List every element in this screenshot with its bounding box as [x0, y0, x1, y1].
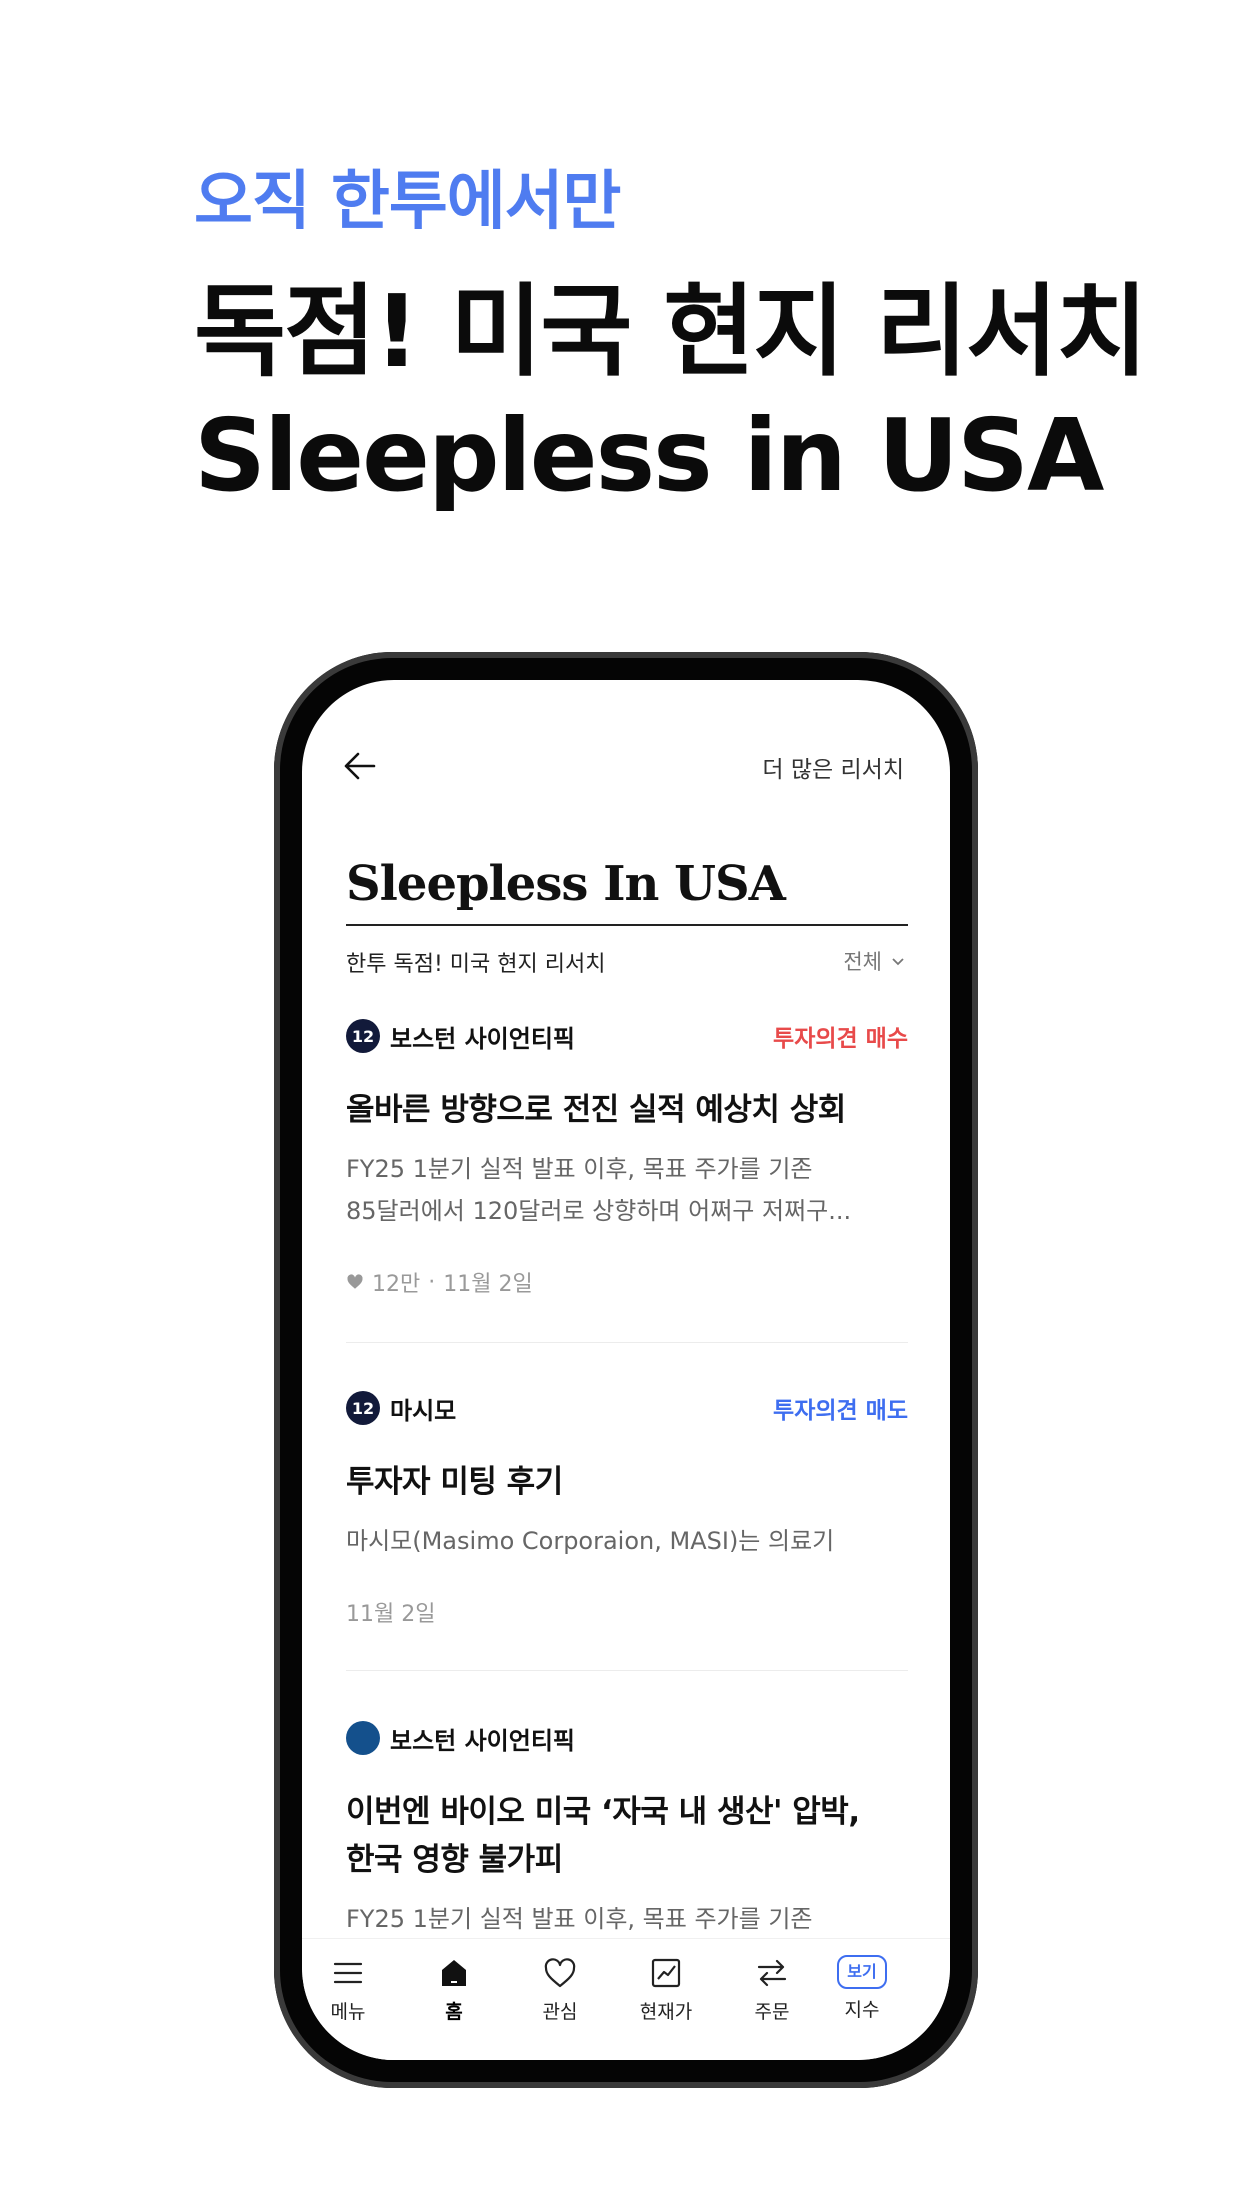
top-bar: 더 많은 리서치 — [302, 680, 950, 820]
meta-separator: · — [428, 1269, 436, 1295]
tab-current-price[interactable]: 현재가 — [621, 1955, 711, 2024]
company-logo: 12 — [346, 1391, 380, 1425]
like-count: 12만 — [372, 1272, 421, 1297]
article-card[interactable]: 12 보스턴 사이언티픽 투자의견 매수 올바른 방향으로 전진 실적 예상치 … — [346, 1018, 908, 1298]
article-date: 11월 2일 — [346, 1602, 436, 1627]
headline-line-2: Sleepless in USA — [194, 397, 1104, 514]
article-body-line: FY25 1분기 실적 발표 이후, 목표 주가를 기존 — [346, 1905, 813, 1933]
article-title-line: 이번엔 바이오 미국 ‘자국 내 생산' 압박, — [346, 1794, 860, 1830]
article-title: 이번엔 바이오 미국 ‘자국 내 생산' 압박, 한국 영향 불가피 — [346, 1788, 908, 1884]
filter-label: 전체 — [843, 950, 882, 974]
tab-label: 홈 — [445, 2001, 463, 2023]
more-research-link[interactable]: 더 많은 리서치 — [762, 750, 904, 784]
company-info: 보스턴 사이언티픽 — [346, 1721, 575, 1756]
company-logo: 12 — [346, 1019, 380, 1053]
tab-label: 관심 — [542, 2001, 578, 2023]
article-divider — [346, 1342, 908, 1343]
article-title: 투자자 미팅 후기 — [346, 1464, 563, 1500]
phone-frame: 더 많은 리서치 Sleepless In USA 한투 독점! 미국 현지 리… — [274, 652, 978, 2088]
phone-screen: 더 많은 리서치 Sleepless In USA 한투 독점! 미국 현지 리… — [302, 680, 950, 2060]
company-name: 보스턴 사이언티픽 — [390, 1024, 575, 1053]
headline-line-1: 독점! 미국 현지 리서치 — [194, 273, 1148, 390]
company-info: 12 보스턴 사이언티픽 — [346, 1019, 575, 1054]
filter-dropdown[interactable]: 전체 — [843, 946, 906, 976]
heart-icon — [347, 1274, 363, 1289]
tab-menu[interactable]: 메뉴 — [303, 1955, 393, 2024]
article-body-line: 마시모(Masimo Corporaion, MASI)는 의료기 — [346, 1527, 835, 1555]
home-icon — [442, 1960, 466, 1986]
opinion-badge: 투자의견 매수 — [773, 1026, 908, 1052]
brand-subtitle: 한투 독점! 미국 현지 리서치 — [346, 952, 606, 977]
chevron-down-icon — [892, 958, 904, 966]
article-card[interactable]: 보스턴 사이언티픽 이번엔 바이오 미국 ‘자국 내 생산' 압박, 한국 영향… — [346, 1720, 908, 1940]
article-meta: 12만 · 11월 2일 — [346, 1266, 908, 1298]
article-title: 올바른 방향으로 전진 실적 예상치 상회 — [346, 1092, 846, 1128]
tab-order[interactable]: 주문 — [727, 1955, 817, 2024]
article-divider — [346, 1670, 908, 1671]
brand-title: Sleepless In USA — [346, 856, 786, 912]
article-card[interactable]: 12 마시모 투자의견 매도 투자자 미팅 후기 마시모(Masimo Corp… — [346, 1390, 908, 1628]
tab-label: 현재가 — [639, 2001, 693, 2023]
bottom-tab-bar: 메뉴 홈 관심 현재가 주문 보기 지수 — [302, 1938, 950, 2060]
tab-home[interactable]: 홈 — [409, 1955, 499, 2024]
promo-headline: 독점! 미국 현지 리서치 Sleepless in USA — [194, 270, 1148, 518]
bubble-icon: 보기 — [837, 1955, 887, 1989]
tab-index[interactable]: 보기 지수 — [817, 1955, 907, 2022]
company-logo — [346, 1721, 380, 1755]
tab-interest[interactable]: 관심 — [515, 1955, 605, 2024]
chart-icon — [651, 1958, 681, 1988]
opinion-badge: 투자의견 매도 — [773, 1398, 908, 1424]
tab-label: 메뉴 — [330, 2001, 366, 2023]
company-name: 마시모 — [390, 1396, 457, 1425]
tab-label: 주문 — [754, 2001, 790, 2023]
article-body-line: 85달러에서 120달러로 상향하며 어쩌구 저쩌구... — [346, 1197, 852, 1225]
article-meta: 11월 2일 — [346, 1596, 908, 1628]
company-info: 12 마시모 — [346, 1391, 456, 1426]
article-title-line: 한국 영향 불가피 — [346, 1842, 563, 1878]
brand-divider — [346, 924, 908, 926]
article-body-line: FY25 1분기 실적 발표 이후, 목표 주가를 기존 — [346, 1155, 813, 1183]
promo-subtitle: 오직 한투에서만 — [194, 165, 621, 239]
menu-icon — [333, 1962, 363, 1984]
tab-label: 지수 — [844, 1999, 880, 2021]
heart-icon — [544, 1958, 576, 1988]
company-name: 보스턴 사이언티픽 — [390, 1726, 575, 1755]
swap-icon — [757, 1959, 787, 1987]
arrow-left-icon[interactable] — [340, 746, 380, 786]
article-date: 11월 2일 — [443, 1272, 533, 1297]
